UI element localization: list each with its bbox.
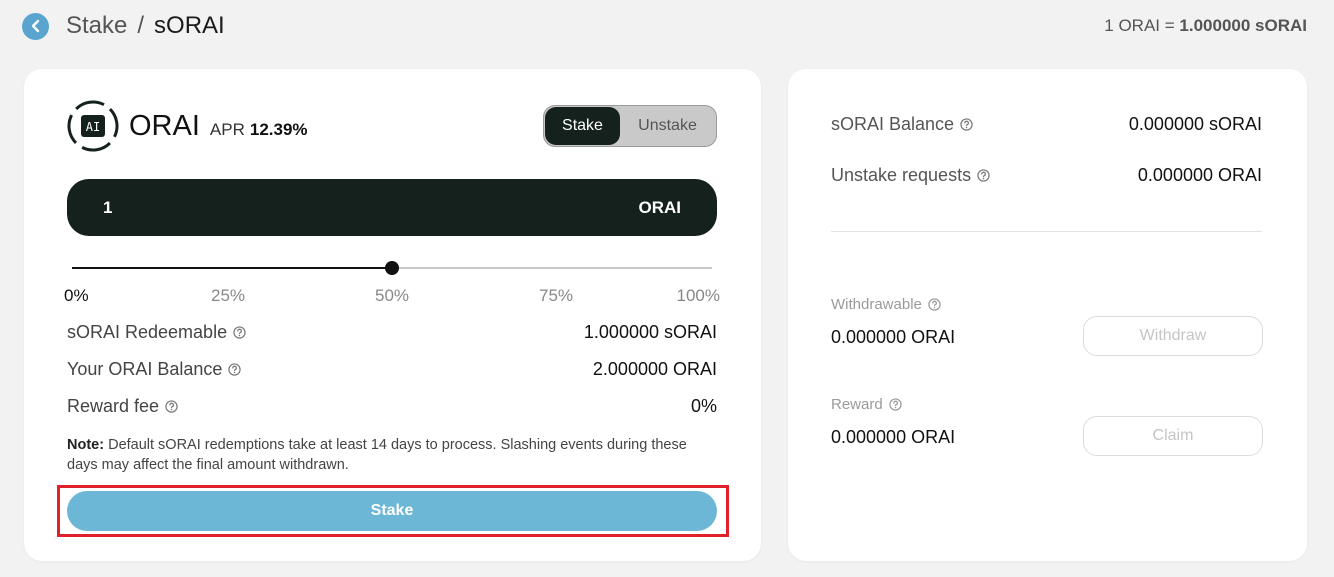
question-circle-icon[interactable] (928, 298, 941, 311)
header: Stake / sORAI 1 ORAI = 1.000000 sORAI (22, 10, 1307, 42)
unstake-requests-row: Unstake requests 0.000000 ORAI (831, 165, 1262, 186)
slider-tick-label[interactable]: 25% (211, 286, 245, 306)
info-row-fee: Reward fee 0% (67, 396, 717, 417)
stake-page: Stake / sORAI 1 ORAI = 1.000000 sORAI AI… (0, 0, 1334, 577)
withdraw-button[interactable]: Withdraw (1083, 316, 1263, 356)
breadcrumb: Stake / sORAI (66, 12, 225, 40)
unstake-requests-label: Unstake requests (831, 165, 972, 185)
slider-tick-label[interactable]: 100% (677, 286, 720, 306)
reward-label-wrap: Reward (831, 396, 902, 413)
amount-field: ORAI (67, 179, 717, 236)
breadcrumb-current: sORAI (154, 12, 225, 39)
info-card: sORAI Balance 0.000000 sORAI Unstake req… (788, 69, 1307, 561)
orai-logo-icon: AI (67, 100, 119, 152)
breadcrumb-separator: / (137, 12, 145, 39)
back-button[interactable] (22, 12, 49, 40)
unstake-requests-value: 0.000000 ORAI (1137, 165, 1262, 185)
reward-label: Reward (831, 396, 883, 413)
amount-slider[interactable] (72, 260, 712, 276)
exchange-rate-value: 1.000000 sORAI (1179, 16, 1307, 35)
sorai-balance-row: sORAI Balance 0.000000 sORAI (831, 114, 1262, 135)
question-circle-icon[interactable] (960, 118, 973, 131)
info-row-redeemable: sORAI Redeemable 1.000000 sORAI (67, 322, 717, 343)
stake-button[interactable]: Stake (67, 491, 717, 531)
withdrawable-label-wrap: Withdrawable (831, 296, 941, 313)
slider-fill (72, 267, 392, 269)
note-text: Default sORAI redemptions take at least … (67, 437, 687, 473)
redeemable-label: sORAI Redeemable (67, 322, 228, 342)
withdrawable-value: 0.000000 ORAI (831, 327, 956, 347)
divider (831, 231, 1262, 232)
amount-unit: ORAI (638, 197, 682, 217)
reward-value: 0.000000 ORAI (831, 427, 956, 447)
redeemable-value: 1.000000 sORAI (583, 322, 717, 342)
toggle-stake[interactable]: Stake (545, 107, 620, 145)
note-label: Note: (67, 437, 105, 453)
stake-card: AI ORAI APR 12.39% Stake Unstake ORAI 0%… (24, 69, 761, 561)
toggle-unstake[interactable]: Unstake (620, 107, 715, 145)
slider-ticks: 0% 25% 50% 75% 100% (64, 286, 720, 306)
question-circle-icon[interactable] (889, 398, 902, 411)
withdrawable-label: Withdrawable (831, 296, 922, 313)
question-circle-icon[interactable] (233, 326, 246, 339)
orai-balance-label: Your ORAI Balance (67, 359, 223, 379)
exchange-rate: 1 ORAI = 1.000000 sORAI (1104, 16, 1307, 36)
stake-unstake-toggle: Stake Unstake (543, 105, 717, 147)
slider-thumb[interactable] (385, 261, 399, 275)
sorai-balance-label: sORAI Balance (831, 114, 955, 134)
token-name: ORAI (129, 109, 200, 142)
question-circle-icon[interactable] (165, 400, 178, 413)
chevron-left-icon (31, 19, 39, 33)
orai-balance-value: 2.000000 ORAI (592, 359, 717, 379)
info-row-balance: Your ORAI Balance 2.000000 ORAI (67, 359, 717, 380)
question-circle-icon[interactable] (977, 169, 990, 182)
apr-value: 12.39% (249, 120, 308, 139)
sorai-balance-value: 0.000000 sORAI (1128, 114, 1262, 134)
token-logo-text: AI (86, 120, 100, 134)
breadcrumb-parent[interactable]: Stake (66, 12, 127, 40)
claim-button[interactable]: Claim (1083, 416, 1263, 456)
apr-label: APR (209, 120, 245, 139)
reward-fee-value: 0% (690, 396, 717, 416)
reward-fee-label: Reward fee (67, 396, 160, 416)
question-circle-icon[interactable] (228, 363, 242, 376)
token-header: AI ORAI APR 12.39% (67, 100, 308, 152)
slider-tick-label[interactable]: 0% (64, 286, 89, 306)
exchange-rate-prefix: 1 ORAI = (1104, 16, 1180, 35)
amount-input[interactable] (103, 197, 639, 218)
slider-tick-label[interactable]: 75% (539, 286, 573, 306)
redemption-note: Note: Default sORAI redemptions take at … (67, 435, 717, 475)
slider-tick-label[interactable]: 50% (375, 286, 409, 306)
